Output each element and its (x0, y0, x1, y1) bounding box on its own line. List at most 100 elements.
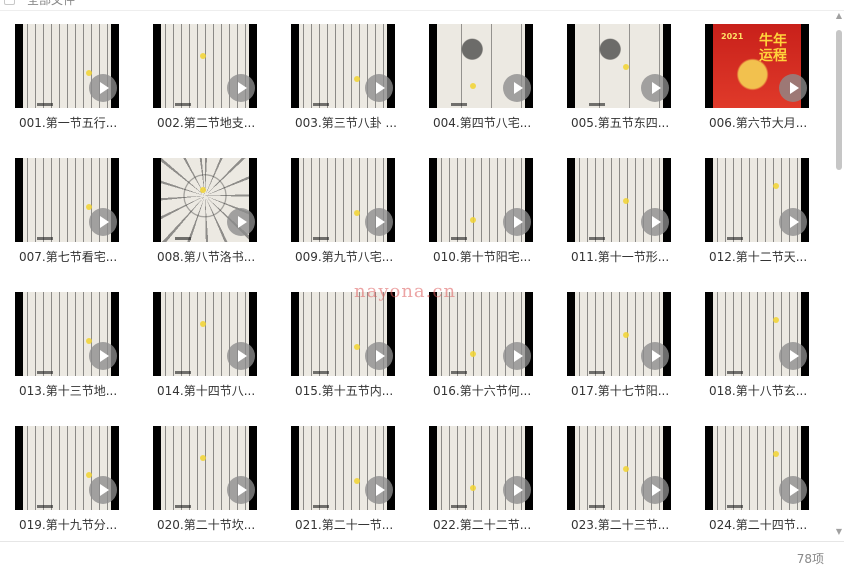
file-item[interactable]: 016.第十六节何... (429, 292, 549, 412)
video-thumbnail[interactable] (291, 292, 395, 376)
video-thumbnail[interactable] (705, 158, 809, 242)
video-thumbnail[interactable] (153, 292, 257, 376)
play-icon[interactable] (365, 74, 393, 102)
play-icon[interactable] (365, 208, 393, 236)
file-name[interactable]: 020.第二十节坎... (157, 516, 269, 533)
file-item[interactable]: 018.第十八节玄... (705, 292, 825, 412)
file-item[interactable]: 014.第十四节八... (153, 292, 273, 412)
video-thumbnail[interactable] (567, 426, 671, 510)
play-icon[interactable] (503, 342, 531, 370)
video-thumbnail[interactable] (291, 158, 395, 242)
file-item[interactable]: 019.第十九节分... (15, 426, 135, 546)
play-icon[interactable] (227, 208, 255, 236)
play-icon[interactable] (779, 476, 807, 504)
play-icon[interactable] (503, 476, 531, 504)
file-item[interactable]: 010.第十节阳宅... (429, 158, 549, 278)
highlight-mark (773, 451, 779, 457)
play-icon[interactable] (227, 74, 255, 102)
file-item[interactable]: 003.第三节八卦 ... (291, 24, 411, 144)
video-thumbnail[interactable] (291, 426, 395, 510)
play-icon[interactable] (641, 74, 669, 102)
play-icon[interactable] (365, 476, 393, 504)
file-name[interactable]: 002.第二节地支... (157, 114, 269, 131)
file-name[interactable]: 010.第十节阳宅... (433, 248, 545, 265)
file-name[interactable]: 024.第二十四节... (709, 516, 821, 533)
file-item[interactable]: 2021 牛年运程 006.第六节大月... (705, 24, 825, 144)
video-thumbnail[interactable] (15, 24, 119, 108)
file-item[interactable]: 020.第二十节坎... (153, 426, 273, 546)
scrollbar-thumb[interactable] (836, 30, 842, 170)
file-name[interactable]: 004.第四节八宅... (433, 114, 545, 131)
file-item[interactable]: 023.第二十三节... (567, 426, 687, 546)
file-item[interactable]: 008.第八节洛书... (153, 158, 273, 278)
file-name[interactable]: 015.第十五节内... (295, 382, 407, 399)
file-item[interactable]: 021.第二十一节... (291, 426, 411, 546)
file-item[interactable]: 022.第二十二节... (429, 426, 549, 546)
video-thumbnail[interactable] (153, 426, 257, 510)
play-icon[interactable] (779, 74, 807, 102)
file-name[interactable]: 008.第八节洛书... (157, 248, 269, 265)
file-name[interactable]: 006.第六节大月... (709, 114, 821, 131)
file-item[interactable]: 004.第四节八宅... (429, 24, 549, 144)
play-icon[interactable] (641, 476, 669, 504)
video-thumbnail[interactable] (15, 158, 119, 242)
file-name[interactable]: 022.第二十二节... (433, 516, 545, 533)
file-name[interactable]: 011.第十一节形... (571, 248, 683, 265)
file-name[interactable]: 014.第十四节八... (157, 382, 269, 399)
file-name[interactable]: 019.第十九节分... (19, 516, 131, 533)
file-item[interactable]: 002.第二节地支... (153, 24, 273, 144)
video-thumbnail[interactable] (429, 292, 533, 376)
file-name[interactable]: 012.第十二节天... (709, 248, 821, 265)
video-thumbnail[interactable] (705, 292, 809, 376)
file-item[interactable]: 012.第十二节天... (705, 158, 825, 278)
video-thumbnail[interactable] (705, 426, 809, 510)
file-item[interactable]: 015.第十五节内... (291, 292, 411, 412)
video-thumbnail[interactable] (567, 158, 671, 242)
play-icon[interactable] (89, 74, 117, 102)
scroll-up-arrow-icon[interactable]: ▲ (835, 12, 843, 20)
file-name[interactable]: 023.第二十三节... (571, 516, 683, 533)
file-item[interactable]: 005.第五节东四... (567, 24, 687, 144)
video-thumbnail[interactable] (567, 292, 671, 376)
file-name[interactable]: 003.第三节八卦 ... (295, 114, 407, 131)
play-icon[interactable] (641, 208, 669, 236)
file-item[interactable]: 007.第七节看宅... (15, 158, 135, 278)
play-icon[interactable] (89, 208, 117, 236)
video-thumbnail[interactable] (429, 426, 533, 510)
play-icon[interactable] (365, 342, 393, 370)
play-icon[interactable] (227, 476, 255, 504)
file-item[interactable]: 013.第十三节地... (15, 292, 135, 412)
file-item[interactable]: 011.第十一节形... (567, 158, 687, 278)
file-name[interactable]: 013.第十三节地... (19, 382, 131, 399)
scroll-down-arrow-icon[interactable]: ▼ (835, 528, 843, 536)
file-name[interactable]: 009.第九节八宅... (295, 248, 407, 265)
video-thumbnail[interactable]: 2021 牛年运程 (705, 24, 809, 108)
play-icon[interactable] (503, 74, 531, 102)
video-thumbnail[interactable] (429, 24, 533, 108)
video-thumbnail[interactable] (15, 292, 119, 376)
file-item[interactable]: 009.第九节八宅... (291, 158, 411, 278)
file-name[interactable]: 016.第十六节何... (433, 382, 545, 399)
play-icon[interactable] (779, 208, 807, 236)
file-name[interactable]: 007.第七节看宅... (19, 248, 131, 265)
file-name[interactable]: 021.第二十一节... (295, 516, 407, 533)
file-item[interactable]: 001.第一节五行... (15, 24, 135, 144)
file-name[interactable]: 005.第五节东四... (571, 114, 683, 131)
file-name[interactable]: 018.第十八节玄... (709, 382, 821, 399)
video-thumbnail[interactable] (429, 158, 533, 242)
file-name[interactable]: 001.第一节五行... (19, 114, 131, 131)
play-icon[interactable] (779, 342, 807, 370)
video-thumbnail[interactable] (153, 158, 257, 242)
video-thumbnail[interactable] (291, 24, 395, 108)
play-icon[interactable] (503, 208, 531, 236)
video-thumbnail[interactable] (153, 24, 257, 108)
play-icon[interactable] (227, 342, 255, 370)
file-item[interactable]: 024.第二十四节... (705, 426, 825, 546)
file-name[interactable]: 017.第十七节阳... (571, 382, 683, 399)
play-icon[interactable] (89, 342, 117, 370)
play-icon[interactable] (89, 476, 117, 504)
video-thumbnail[interactable] (567, 24, 671, 108)
file-item[interactable]: 017.第十七节阳... (567, 292, 687, 412)
video-thumbnail[interactable] (15, 426, 119, 510)
play-icon[interactable] (641, 342, 669, 370)
